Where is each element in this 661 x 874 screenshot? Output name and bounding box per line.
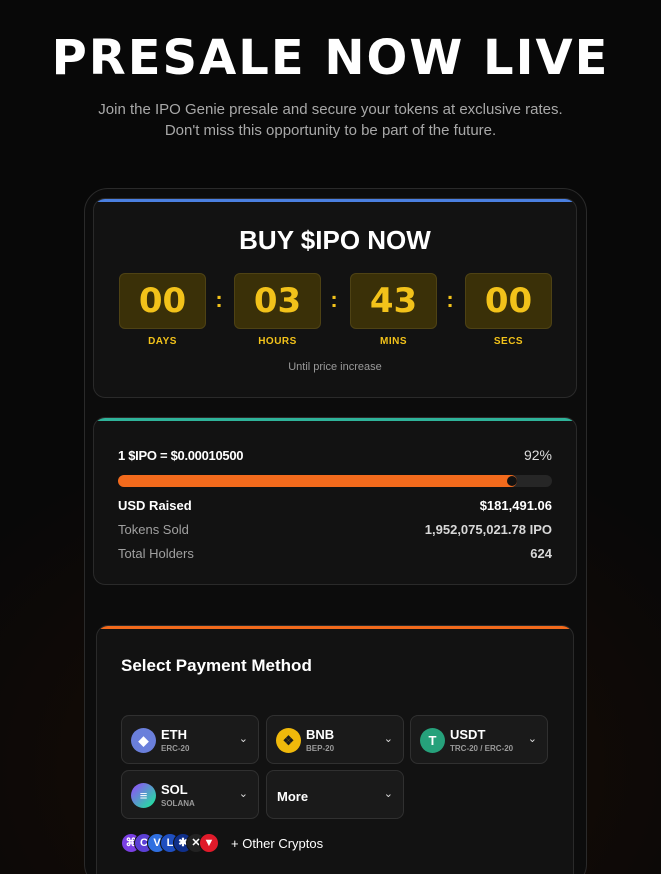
total-holders-value: 624 — [530, 546, 552, 561]
more-label: More — [277, 789, 309, 804]
other-cryptos-label[interactable]: + Other Cryptos — [231, 836, 323, 851]
chevron-down-icon: ⌄ — [238, 788, 248, 800]
payment-title: Select Payment Method — [121, 656, 312, 675]
eth-icon: ◆ — [131, 728, 156, 753]
tokens-sold-label: Tokens Sold — [118, 522, 189, 537]
page-subtitle-line1: Join the IPO Genie presale and secure yo… — [98, 101, 563, 118]
total-holders-label: Total Holders — [118, 546, 194, 561]
payment-option-eth[interactable]: ◆ ETH ERC-20 ⌄ — [121, 715, 259, 764]
crypto-icon: ▼ — [199, 833, 219, 853]
usd-raised-value: $181,491.06 — [479, 498, 552, 513]
countdown-separator: : — [330, 287, 338, 312]
countdown-hours-label: HOURS — [258, 336, 297, 347]
chevron-down-icon: ⌄ — [383, 733, 393, 745]
usdt-icon: T — [420, 728, 445, 753]
stats-card: 1 $IPO = $0.00010500 92% USD Raised $181… — [93, 417, 577, 585]
payment-option-network: TRC-20 / ERC-20 — [450, 744, 514, 753]
countdown-separator: : — [446, 287, 454, 312]
chevron-down-icon: ⌄ — [238, 733, 248, 745]
payment-option-network: ERC-20 — [161, 744, 190, 753]
tokens-sold-value: 1,952,075,021.78 IPO — [424, 522, 552, 537]
payment-option-name: ETH — [161, 727, 187, 742]
progress-bar — [118, 475, 552, 487]
payment-option-name: BNB — [306, 727, 335, 742]
countdown-hours: 03 — [234, 273, 321, 329]
payment-option-bnb[interactable]: ❖ BNB BEP-20 ⌄ — [266, 715, 404, 764]
chevron-down-icon: ⌄ — [527, 733, 537, 745]
countdown-secs-label: SECS — [493, 336, 524, 347]
bnb-icon: ❖ — [276, 728, 301, 753]
countdown-days: 00 — [119, 273, 206, 329]
sol-icon: ≡ — [131, 783, 156, 808]
payment-option-sol[interactable]: ≡ SOL SOLANA ⌄ — [121, 770, 259, 819]
payment-option-network: BEP-20 — [306, 744, 335, 753]
token-rate: 1 $IPO = $0.00010500 — [118, 448, 244, 463]
buy-title: BUY $IPO NOW — [239, 225, 431, 255]
countdown-card: BUY $IPO NOW 00 DAYS : 03 HOURS : 43 MIN… — [93, 198, 577, 398]
countdown-days-label: DAYS — [148, 336, 177, 347]
progress-percent: 92% — [523, 447, 552, 463]
countdown-caption: Until price increase — [288, 361, 382, 373]
countdown-mins: 43 — [350, 273, 437, 329]
payment-option-usdt[interactable]: T USDT TRC-20 / ERC-20 ⌄ — [410, 715, 548, 764]
payment-option-more[interactable]: More ⌄ — [266, 770, 404, 819]
payment-card: Select Payment Method ◆ ETH ERC-20 ⌄ ❖ B… — [96, 625, 574, 874]
page-subtitle-line2: Don't miss this opportunity to be part o… — [164, 122, 497, 139]
payment-option-name: USDT — [450, 727, 486, 742]
chevron-down-icon: ⌄ — [383, 788, 393, 800]
progress-bar-fill — [118, 475, 518, 487]
countdown-mins-label: MINS — [380, 336, 407, 347]
countdown-secs: 00 — [465, 273, 552, 329]
payment-option-network: SOLANA — [161, 799, 195, 808]
page-title: PRESALE NOW LIVE — [51, 30, 610, 86]
countdown-separator: : — [215, 287, 223, 312]
usd-raised-label: USD Raised — [118, 498, 192, 513]
payment-option-name: SOL — [161, 782, 188, 797]
